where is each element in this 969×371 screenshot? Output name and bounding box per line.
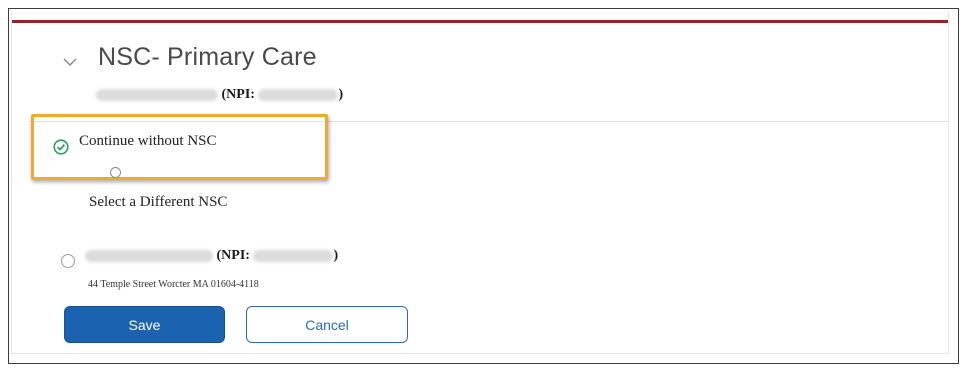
redacted-provider-name bbox=[96, 88, 218, 101]
npi-close: ) bbox=[338, 87, 344, 102]
redacted-provider-name bbox=[85, 249, 213, 262]
redacted-npi bbox=[253, 249, 334, 262]
section-title: NSC- Primary Care bbox=[98, 43, 317, 71]
provider-radio[interactable] bbox=[61, 254, 75, 268]
npi-label: (NPI: bbox=[221, 87, 259, 102]
radio-icon bbox=[110, 167, 121, 178]
redacted-npi bbox=[258, 88, 339, 101]
save-button[interactable]: Save bbox=[64, 306, 225, 343]
provider-npi-close: ) bbox=[333, 248, 339, 263]
option-continue-without-nsc[interactable]: Continue without NSC bbox=[79, 133, 217, 150]
provider-npi-label: (NPI: bbox=[216, 248, 254, 263]
check-circle-icon[interactable] bbox=[53, 139, 69, 155]
cancel-button[interactable]: Cancel bbox=[246, 306, 408, 343]
provider-address: 44 Temple Street Worcter MA 01604-4118 bbox=[88, 279, 259, 290]
nsc-provider-line: (NPI: ) bbox=[96, 87, 343, 107]
provider-option-label[interactable]: (NPI: ) bbox=[85, 248, 338, 268]
nsc-card: NSC- Primary Care (NPI: ) Continue witho… bbox=[11, 11, 949, 354]
card-accent-bar bbox=[12, 20, 948, 23]
chevron-down-icon[interactable] bbox=[62, 55, 78, 69]
select-different-nsc-heading: Select a Different NSC bbox=[89, 194, 228, 210]
